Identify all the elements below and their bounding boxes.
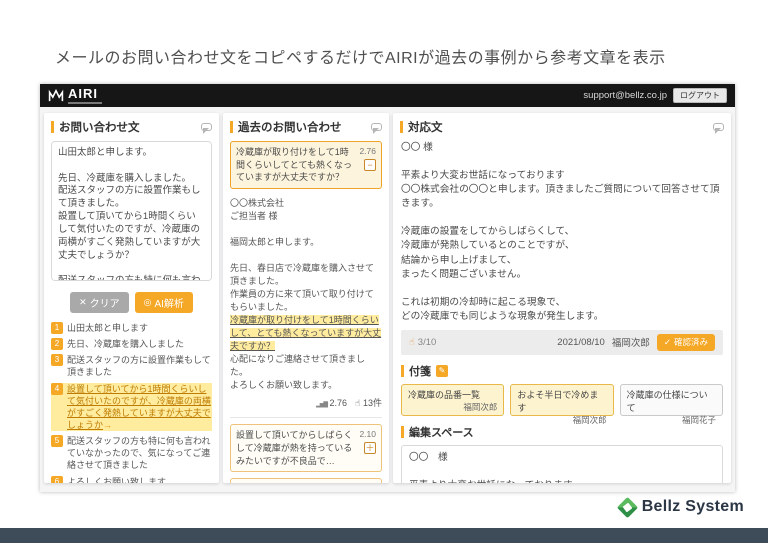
airi-logo-icon [48, 89, 64, 102]
sentence-number: 6 [51, 476, 63, 483]
score-chart-icon: ▂▅▇ [316, 402, 327, 408]
detail-score: 2.76 [329, 398, 347, 408]
collapse-minus-icon[interactable]: − [364, 159, 376, 171]
accent-bar [401, 426, 404, 438]
accent-bar [400, 121, 403, 133]
ai-analyze-button-label: AI解析 [154, 295, 183, 310]
similarity-score: 2.10 [359, 429, 376, 439]
sentence-number: 5 [51, 435, 63, 447]
rating-value: 3/10 [418, 337, 437, 348]
sentence-item-6[interactable]: 6 よろしくお願い致します [51, 476, 212, 483]
note-title: 冷蔵庫の仕様について [627, 388, 716, 414]
app-logo-tagline [68, 102, 102, 104]
detail-text-after: 心配になりご連絡させて頂きました。 よろしくお願い致します。 [230, 354, 365, 390]
ai-analyze-button[interactable]: ◎ AI解析 [135, 292, 193, 313]
app-header: AIRI support@bellz.co.jp ログアウト [40, 84, 735, 107]
past-panel-title: 過去のお問い合わせ [238, 119, 366, 135]
past-inquiry-card-3[interactable]: 結婚が決まり、私の家の引っ越しと、主人の家の引っ越しがあります。それぞれ… 2.… [230, 478, 382, 483]
sentence-text: 先日、冷蔵庫を購入しました [67, 338, 184, 350]
response-rating: ☝ 3/10 [409, 337, 436, 348]
close-icon: ✕ [79, 298, 87, 307]
past-inquiries-panel: 過去のお問い合わせ 冷蔵庫が取り付けをして1時間くらいしてとても熱くなっています… [223, 113, 389, 483]
sentence-number: 1 [51, 322, 63, 334]
sentence-item-3[interactable]: 3 配送スタッフの方に設置作業もして頂きました [51, 354, 212, 378]
note-author: 福岡次郎 [517, 414, 606, 426]
edit-notes-icon[interactable]: ✎ [436, 365, 448, 377]
sentence-number: 2 [51, 338, 63, 350]
speech-bubble-icon [713, 123, 724, 131]
accent-bar [230, 121, 233, 133]
clear-button[interactable]: ✕ クリア [70, 292, 129, 313]
inquiry-panel: お問い合わせ文 山田太郎と申します。 先日、冷蔵庫を購入しました。 配送スタッフ… [44, 113, 219, 483]
bottom-bar [0, 528, 768, 543]
sentence-number: 3 [51, 354, 63, 366]
logout-button[interactable]: ログアウト [673, 88, 727, 103]
response-text: 〇〇 様 平素より大変お世話になっております 〇〇株式会社の〇〇と申します。頂き… [401, 141, 723, 324]
response-author: 福岡次郎 [612, 335, 650, 349]
past-card-text: 冷蔵庫が取り付けをして1時間くらいしてとても熱くなっていますが大丈夫ですか？ [236, 146, 355, 184]
expand-plus-icon[interactable]: ＋ [364, 442, 376, 454]
edit-section-title: 編集スペース [409, 424, 474, 440]
detail-text-before: 〇〇株式会社 ご担当者 様 福岡太郎と申します。 先日、春日店で冷蔵庫を購入させ… [230, 198, 374, 312]
accent-bar [51, 121, 54, 133]
note-title: 冷蔵庫の品番一覧 [408, 388, 497, 401]
past-inquiry-detail: 〇〇株式会社 ご担当者 様 福岡太郎と申します。 先日、春日店で冷蔵庫を購入させ… [230, 197, 382, 393]
app-logo-text: AIRI [68, 87, 102, 100]
bellz-logo-icon [617, 496, 638, 517]
screenshot-root: メールのお問い合わせ文をコピペするだけでAIRIが過去の事例から参考文章を表示 … [0, 0, 768, 543]
parsed-sentence-list: 1 山田太郎と申します 2 先日、冷蔵庫を購入しました 3 配送スタッフの方に設… [51, 322, 212, 483]
note-author: 福岡花子 [627, 414, 716, 426]
likes-count: 13件 [363, 398, 382, 408]
thumbs-up-icon: ☝ [409, 337, 415, 348]
inquiry-panel-title: お問い合わせ文 [59, 119, 196, 135]
past-detail-stats: ▂▅▇ 2.76 ☝ 13件 [230, 396, 382, 409]
divider [230, 417, 382, 418]
brand-name: Bellz System [642, 498, 744, 516]
sentence-text: 配送スタッフの方も特に何も言われていなかったので、気になってご連絡させて頂きまし… [67, 435, 212, 471]
edit-space-input[interactable]: 〇〇 様 平素より大変お世話になっております 〇〇株式会社の〇〇と申します。 頂… [401, 445, 723, 483]
sentence-text: よろしくお願い致します [67, 476, 166, 483]
ai-icon: ◎ [144, 298, 152, 307]
response-footer-bar: ☝ 3/10 2021/08/10 福岡次郎 ✓ 確認済み [401, 330, 723, 355]
sticky-note-1[interactable]: 冷蔵庫の品番一覧 福岡次郎 [401, 384, 504, 416]
detail-highlight-text: 冷蔵庫が取り付けをして1時間くらいして、とても熱くなっていますが大丈夫ですか？ [230, 315, 381, 351]
response-panel-title: 対応文 [408, 119, 708, 135]
notes-section-title: 付箋 [409, 363, 431, 379]
arrow-right-icon: → [103, 419, 112, 431]
brand-footer: Bellz System [620, 498, 744, 516]
sentence-number: 4 [51, 383, 63, 395]
similarity-score: 2.76 [359, 146, 376, 156]
confirm-label: 確認済み [674, 336, 708, 348]
support-email: support@bellz.co.jp [583, 90, 667, 101]
sentence-text: 配送スタッフの方に設置作業もして頂きました [67, 354, 212, 378]
clear-button-label: クリア [90, 295, 120, 310]
app-logo: AIRI [48, 87, 102, 104]
inquiry-input[interactable]: 山田太郎と申します。 先日、冷蔵庫を購入しました。 配送スタッフの方に設置作業も… [51, 141, 212, 281]
sentence-item-2[interactable]: 2 先日、冷蔵庫を購入しました [51, 338, 212, 350]
sticky-note-3[interactable]: 冷蔵庫の仕様について 福岡花子 [620, 384, 723, 416]
past-inquiry-card-selected[interactable]: 冷蔵庫が取り付けをして1時間くらいしてとても熱くなっていますが大丈夫ですか？ 2… [230, 141, 382, 189]
airi-app-window: AIRI support@bellz.co.jp ログアウト お問い合わせ文 山… [40, 84, 735, 492]
sticky-notes-row: 冷蔵庫の品番一覧 福岡次郎 およそ半日で冷めます 福岡次郎 冷蔵庫の仕様について… [401, 384, 723, 416]
thumbs-up-icon: ☝ [355, 398, 360, 408]
response-date: 2021/08/10 [557, 337, 605, 348]
check-icon: ✓ [664, 337, 671, 348]
sentence-item-5[interactable]: 5 配送スタッフの方も特に何も言われていなかったので、気になってご連絡させて頂き… [51, 435, 212, 471]
confirm-button[interactable]: ✓ 確認済み [657, 334, 715, 351]
speech-bubble-icon [371, 123, 382, 131]
accent-bar [401, 365, 404, 377]
sentence-item-4-selected[interactable]: 4 設置して頂いてから1時間くらいして気付いたのですが、冷蔵庫の両横がすごく発熱… [51, 383, 212, 432]
past-inquiry-card-2[interactable]: 設置して頂いてからしばらくして冷蔵庫が熱を持っているみたいですが不良品で… 2.… [230, 424, 382, 472]
sticky-note-2[interactable]: およそ半日で冷めます 福岡次郎 [510, 384, 613, 416]
response-panel: 対応文 〇〇 様 平素より大変お世話になっております 〇〇株式会社の〇〇と申しま… [393, 113, 731, 483]
speech-bubble-icon [201, 123, 212, 131]
sentence-text: 山田太郎と申します [67, 322, 148, 334]
note-title: およそ半日で冷めます [517, 388, 606, 414]
past-card-text: 設置して頂いてからしばらくして冷蔵庫が熱を持っているみたいですが不良品で… [236, 429, 355, 467]
page-title: メールのお問い合わせ文をコピペするだけでAIRIが過去の事例から参考文章を表示 [55, 44, 735, 68]
note-author: 福岡次郎 [408, 401, 497, 413]
sentence-text: 設置して頂いてから1時間くらいして気付いたのですが、冷蔵庫の両横がすごく発熱して… [67, 384, 211, 430]
sentence-item-1[interactable]: 1 山田太郎と申します [51, 322, 212, 334]
